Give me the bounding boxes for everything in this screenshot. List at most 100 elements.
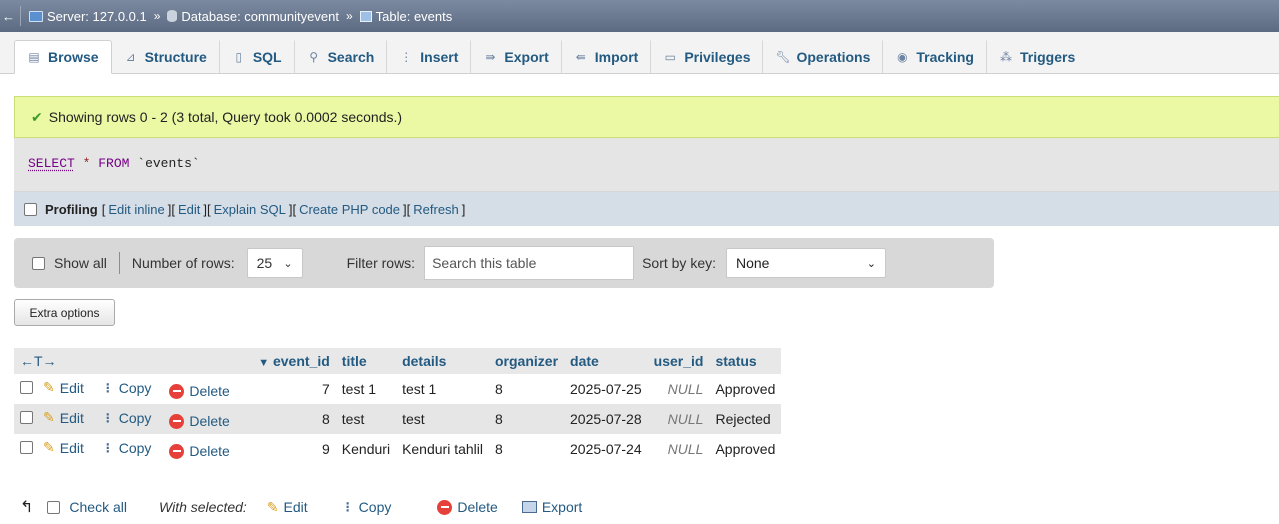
tab-browse[interactable]: ▤ Browse	[14, 40, 112, 74]
column-arrows[interactable]: ←T→	[20, 353, 57, 369]
row-copy-link[interactable]: ⋮ Copy	[102, 410, 152, 426]
cell-status[interactable]: Approved	[709, 434, 782, 464]
breadcrumb-separator: »	[345, 9, 353, 23]
sql-keyword-select[interactable]: SELECT	[28, 156, 75, 171]
row-copy-link[interactable]: ⋮ Copy	[102, 380, 152, 396]
with-selected-label: With selected:	[159, 499, 247, 515]
tab-export[interactable]: ⇛ Export	[471, 40, 562, 73]
column-header-status[interactable]: status	[709, 348, 782, 374]
profiling-label: Profiling	[45, 201, 98, 217]
back-arrow-icon[interactable]: ←	[0, 9, 16, 24]
edit-link[interactable]: Edit	[178, 202, 200, 217]
cell-organizer[interactable]: 8	[489, 434, 565, 464]
cell-details[interactable]: Kenduri tahlil	[396, 434, 489, 464]
cell-title[interactable]: test	[335, 404, 397, 434]
profiling-bar: Profiling [ Edit inline ][ Edit ][ Expla…	[14, 192, 1279, 226]
row-delete-link[interactable]: Delete	[169, 413, 230, 429]
row-checkbox[interactable]	[20, 381, 33, 394]
copy-icon: ⋮	[101, 441, 114, 455]
check-all-checkbox[interactable]	[47, 500, 61, 514]
tab-triggers[interactable]: ⁂ Triggers	[987, 40, 1087, 73]
breadcrumb-server[interactable]: Server: 127.0.0.1	[29, 9, 147, 24]
cell-date[interactable]: 2025-07-28	[564, 404, 648, 434]
bulk-export-label: Export	[541, 499, 583, 515]
sql-table-name: `events`	[137, 156, 200, 171]
refresh-link[interactable]: Refresh	[413, 202, 459, 217]
cell-status[interactable]: Rejected	[709, 404, 782, 434]
tab-label: Tracking	[916, 49, 974, 65]
export-icon: ⇛	[485, 50, 496, 64]
row-checkbox[interactable]	[20, 441, 33, 454]
tab-import[interactable]: ⇚ Import	[562, 40, 652, 73]
bulk-edit-button[interactable]: ✎ Edit	[267, 499, 308, 516]
cell-title[interactable]: Kenduri	[335, 434, 397, 464]
tab-structure[interactable]: ⊿ Structure	[112, 40, 220, 73]
cell-event-id[interactable]: 7	[255, 374, 336, 404]
row-edit-link[interactable]: ✎ Edit	[43, 409, 84, 426]
delete-label: Delete	[189, 413, 230, 429]
cell-details[interactable]: test 1	[396, 374, 489, 404]
bulk-export-button[interactable]: Export	[521, 499, 583, 515]
show-all-checkbox[interactable]	[32, 256, 45, 270]
tab-tracking[interactable]: ◉ Tracking	[883, 40, 987, 73]
column-header-date[interactable]: date	[564, 348, 648, 374]
create-php-code-link[interactable]: Create PHP code	[299, 202, 400, 217]
tab-sql[interactable]: ▯ SQL	[220, 40, 295, 73]
navigation-bar: Show all Number of rows: 25 ⌄ Filter row…	[14, 238, 994, 288]
export-icon	[521, 501, 537, 513]
profiling-checkbox[interactable]	[24, 202, 37, 216]
server-icon	[29, 10, 43, 22]
sort-by-key-label: Sort by key:	[642, 255, 716, 271]
cell-title[interactable]: test 1	[335, 374, 397, 404]
column-header-details[interactable]: details	[396, 348, 489, 374]
breadcrumb-database[interactable]: Database: communityevent	[167, 9, 339, 24]
tab-insert[interactable]: ⋮ Insert	[387, 40, 472, 73]
tab-label: Structure	[144, 49, 207, 65]
copy-label: Copy	[118, 440, 152, 456]
row-checkbox[interactable]	[20, 411, 33, 424]
sort-by-key-select[interactable]: None ⌄	[726, 248, 886, 278]
cell-organizer[interactable]: 8	[489, 404, 565, 434]
bulk-copy-label: Copy	[358, 499, 392, 515]
cell-user-id[interactable]: NULL	[647, 404, 710, 434]
explain-sql-link[interactable]: Explain SQL	[214, 202, 286, 217]
cell-organizer[interactable]: 8	[489, 374, 565, 404]
bracket: ][	[403, 201, 411, 217]
sort-arrow-icon[interactable]: ▼	[258, 357, 269, 369]
search-icon: ⚲	[309, 50, 318, 64]
column-header-organizer[interactable]: organizer	[489, 348, 565, 374]
check-all-label[interactable]: Check all	[69, 499, 127, 515]
edit-inline-link[interactable]: Edit inline	[108, 202, 164, 217]
tab-search[interactable]: ⚲ Search	[295, 40, 388, 73]
triggers-icon: ⁂	[999, 50, 1012, 64]
cell-event-id[interactable]: 9	[255, 434, 336, 464]
column-header-user-id[interactable]: user_id	[647, 348, 710, 374]
sort-header: ▼ event_id	[258, 353, 330, 369]
cell-date[interactable]: 2025-07-24	[564, 434, 648, 464]
column-header-title[interactable]: title	[335, 348, 397, 374]
bulk-copy-button[interactable]: ⋮ Copy	[342, 499, 392, 515]
cell-details[interactable]: test	[396, 404, 489, 434]
column-header-event-id[interactable]: event_id	[273, 353, 330, 369]
show-all-toggle[interactable]: Show all	[32, 255, 107, 271]
row-delete-link[interactable]: Delete	[169, 443, 230, 459]
bulk-delete-button[interactable]: Delete	[437, 499, 498, 515]
cell-user-id[interactable]: NULL	[647, 374, 710, 404]
filter-rows-input[interactable]: Search this table	[424, 246, 635, 280]
cell-date[interactable]: 2025-07-25	[564, 374, 648, 404]
success-message: ✔ Showing rows 0 - 2 (3 total, Query too…	[14, 96, 1279, 138]
cell-event-id[interactable]: 8	[255, 404, 336, 434]
extra-options-button[interactable]: Extra options	[14, 299, 115, 326]
breadcrumb-table[interactable]: Table: events	[359, 9, 452, 24]
cell-user-id[interactable]: NULL	[647, 434, 710, 464]
cell-status[interactable]: Approved	[709, 374, 782, 404]
row-edit-link[interactable]: ✎ Edit	[43, 439, 84, 456]
tab-operations[interactable]: 🔧︎ Operations	[763, 40, 884, 73]
tab-privileges[interactable]: ▭ Privileges	[651, 40, 764, 73]
number-of-rows-select[interactable]: 25 ⌄	[246, 248, 303, 278]
row-copy-link[interactable]: ⋮ Copy	[102, 440, 152, 456]
row-edit-link[interactable]: ✎ Edit	[43, 379, 84, 396]
row-delete-link[interactable]: Delete	[169, 383, 230, 399]
delete-icon	[169, 413, 185, 429]
breadcrumb-database-label: Database: communityevent	[181, 8, 339, 24]
